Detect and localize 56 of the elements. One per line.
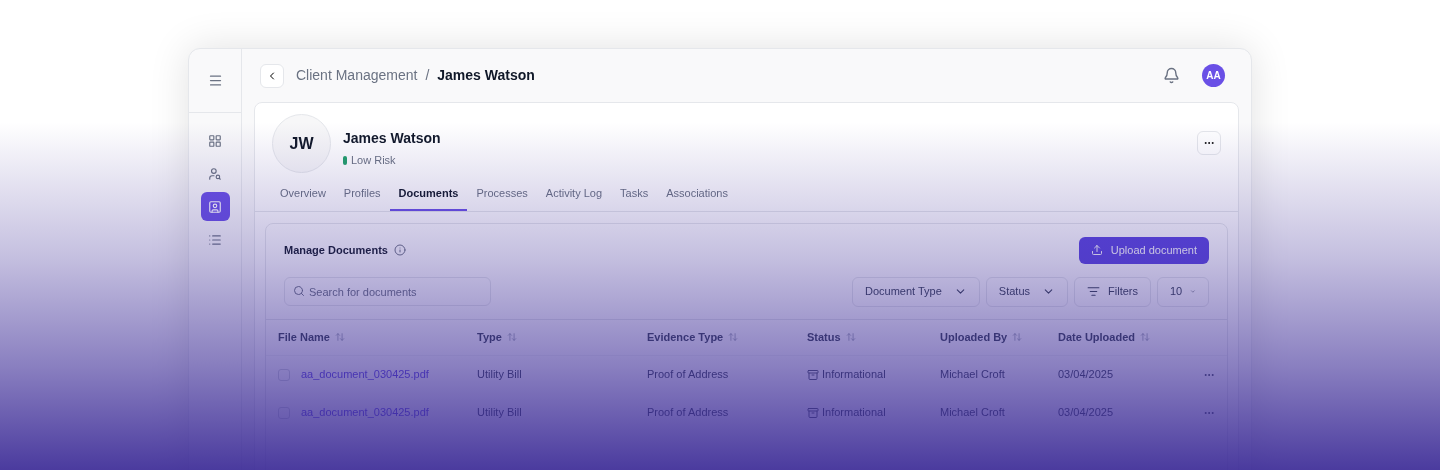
client-initials-avatar: JW xyxy=(272,114,331,173)
user-avatar[interactable]: AA xyxy=(1202,64,1225,87)
dropdown-button[interactable]: 10 xyxy=(1157,276,1209,307)
row-checkbox[interactable] xyxy=(278,368,290,381)
filters-button[interactable]: Filters xyxy=(1074,276,1151,307)
sidebar-item[interactable] xyxy=(200,192,230,221)
breadcrumb-current: James Watson xyxy=(437,66,535,85)
tab[interactable]: Associations xyxy=(657,183,737,211)
risk-indicator-icon xyxy=(343,155,347,165)
tab[interactable]: Activity Log xyxy=(536,183,612,211)
more-options-button[interactable] xyxy=(1197,131,1221,155)
section-title: Manage Documents xyxy=(284,242,388,258)
contact-card-icon xyxy=(208,199,222,214)
table-cell-text: Michael Croft xyxy=(940,367,1006,383)
column-header[interactable]: Status xyxy=(807,328,841,346)
table-cell-text: Proof of Address xyxy=(647,367,730,383)
list-icon xyxy=(208,232,222,247)
column-header[interactable]: Type xyxy=(477,328,502,346)
search-icon xyxy=(293,285,305,297)
info-icon[interactable] xyxy=(393,244,406,256)
menu-icon[interactable] xyxy=(207,73,223,88)
table-cell-text: Informational xyxy=(822,367,886,383)
sort-icon[interactable] xyxy=(728,332,739,342)
tab[interactable]: Overview xyxy=(271,183,335,211)
filter-icon xyxy=(1087,285,1101,298)
sort-icon[interactable] xyxy=(334,332,345,342)
sort-icon[interactable] xyxy=(1012,332,1023,342)
column-header[interactable]: Evidence Type xyxy=(647,328,724,346)
sort-icon[interactable] xyxy=(845,332,856,342)
tab[interactable]: Documents xyxy=(389,183,468,211)
dropdown-button[interactable]: Document Type xyxy=(852,276,980,307)
dropdown-button[interactable]: Status xyxy=(985,276,1069,307)
grid-icon xyxy=(208,133,222,148)
upload-button[interactable]: Upload document xyxy=(1078,236,1209,264)
risk-label: Low Risk xyxy=(351,153,396,168)
tab[interactable]: Processes xyxy=(467,183,537,211)
column-header[interactable]: File Name xyxy=(278,328,330,346)
sort-icon[interactable] xyxy=(1140,332,1150,342)
tab[interactable]: Profiles xyxy=(334,183,390,211)
table-cell-text: 03/04/2025 xyxy=(1058,367,1115,383)
file-link[interactable]: aa_document_030425.pdf xyxy=(301,366,429,383)
archive-box-icon xyxy=(807,406,819,419)
upload-icon xyxy=(1090,244,1103,256)
client-name: James Watson xyxy=(343,129,441,148)
table-cell-text: Utility Bill xyxy=(477,367,523,383)
user-search-icon xyxy=(208,166,222,181)
sort-icon[interactable] xyxy=(506,332,517,342)
notification-bell-icon[interactable] xyxy=(1163,67,1180,84)
column-header[interactable]: Uploaded By xyxy=(940,328,1008,346)
archive-box-icon xyxy=(807,368,819,381)
tab[interactable]: Tasks xyxy=(611,183,658,211)
breadcrumb-separator: / xyxy=(425,66,430,85)
back-button[interactable] xyxy=(260,63,284,88)
column-header[interactable]: Date Uploaded xyxy=(1058,328,1135,346)
breadcrumb-link[interactable]: Client Management xyxy=(296,65,418,86)
search-field[interactable]: Search for documents xyxy=(284,277,491,306)
